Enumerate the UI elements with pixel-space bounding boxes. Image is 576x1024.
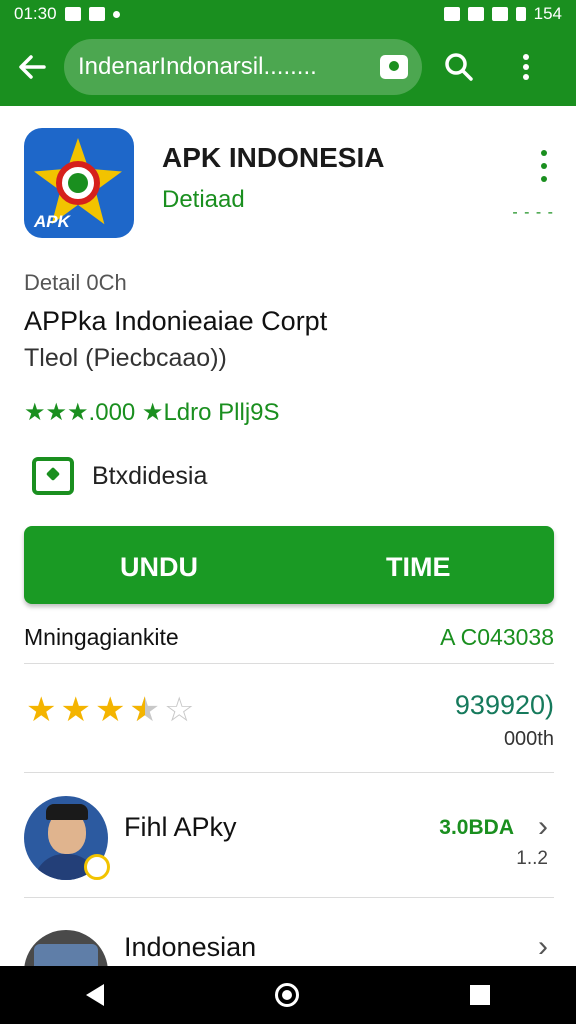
app-icon-text: APK [34,212,70,231]
app-type: Tleol (Piecbcaao)) [24,344,227,372]
install-button-label: UNDU [120,552,198,582]
app-notification-icon [88,7,105,21]
status-time: 01:30 [14,4,57,23]
rating-sub: 000th [503,728,554,750]
wifi-icon [491,7,508,21]
search-box[interactable]: IndenarIndonarsil........ [64,39,422,95]
developer-name: APPka Indonieaiae Corpt [24,306,328,336]
divider [24,663,554,664]
badge-row: Btxdidesia [32,457,207,495]
star-full-icon: ★ [60,691,91,729]
nav-bar [0,966,576,1024]
star-empty-icon: ☆ [163,691,195,729]
shopping-bag-icon[interactable] [380,55,408,79]
install-button[interactable]: UNDU TIME [24,526,554,604]
info-key: Mningagiankite [24,624,179,650]
detail-label: Detail 0Ch [24,270,127,295]
app-icon: APK [24,128,134,238]
rating-summary: ★★★.000 ★Ldro Pllj9S [24,399,280,426]
badge-text: Btxdidesia [92,461,208,490]
app-header: APK APK INDONESIA Detiaad - - - - [24,128,554,243]
list-item[interactable]: Fihl APky 3.0BDA › 1..2 [24,796,554,890]
divider [24,897,554,898]
list-item-value: 3.0BDA [439,816,514,839]
rating-stars: ★ ★ ★ ★ ☆ [26,690,194,730]
battery-level: 154 [533,4,562,23]
arrow-left-icon [19,55,46,79]
star-full-icon: ★ [94,691,126,729]
list-item-title: Fihl APky [124,812,237,842]
chevron-right-icon: › [538,810,548,843]
status-bar: 01:30 154 [0,0,576,28]
emblem-icon [56,161,100,205]
badge-icon [32,457,74,495]
more-vert-icon [523,54,529,60]
nav-home-icon[interactable] [274,983,299,1007]
star-half-icon: ★ [129,690,159,730]
notification-icon [64,7,81,21]
info-row: Mningagiankite A C043038 [24,624,554,656]
nav-recents-icon[interactable] [470,985,491,1005]
info-value: A C043038 [440,624,554,650]
divider [24,772,554,773]
search-query[interactable]: IndenarIndonarsil........ [78,53,380,81]
chevron-right-icon: › [538,930,548,963]
rating-count: 939920) [454,690,554,720]
app-header-dashes: - - - - [512,204,554,221]
list-item-title: Indonesian [124,932,257,962]
app-title: APK INDONESIA [162,142,385,173]
avatar-badge-icon [84,854,110,880]
back-button[interactable] [0,35,64,99]
dot-icon [112,10,120,18]
install-button-label-right: TIME [386,552,451,582]
app-more-button[interactable] [538,150,550,182]
toolbar: IndenarIndonarsil........ [0,28,576,106]
search-button[interactable] [422,35,496,99]
list-item-sub: 1..2 [516,848,548,869]
battery-icon [515,7,526,21]
nav-back-icon[interactable] [85,984,104,1006]
vibrate-icon [443,7,460,21]
signal-icon [467,7,484,21]
overflow-menu-button[interactable] [496,35,556,99]
star-full-icon: ★ [26,691,57,729]
search-icon [445,53,473,81]
app-subtitle[interactable]: Detiaad [162,186,245,214]
